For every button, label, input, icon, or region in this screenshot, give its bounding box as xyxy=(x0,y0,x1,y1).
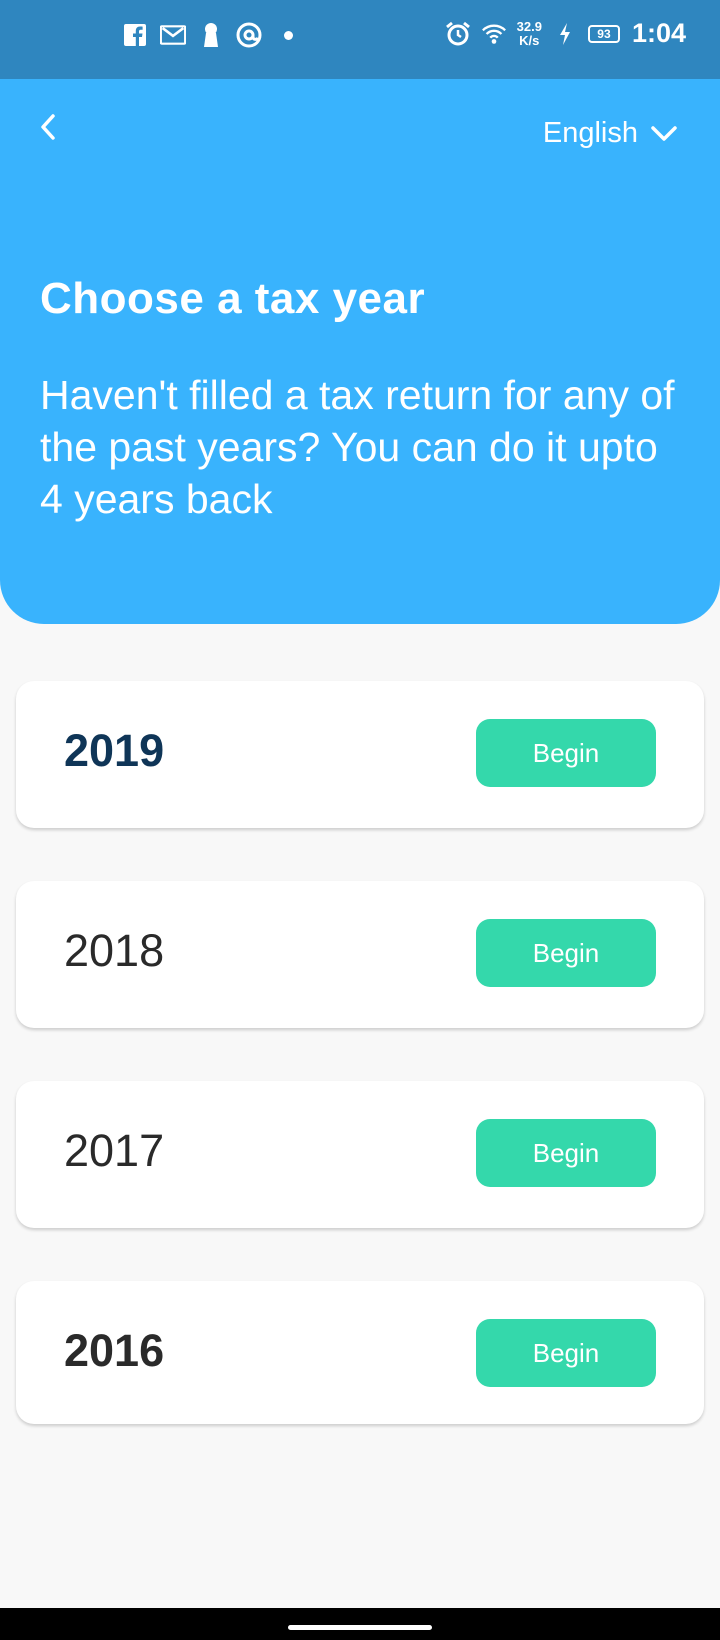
notification-dot-icon xyxy=(284,30,293,40)
gmail-icon xyxy=(160,22,186,48)
status-bar-time: 1:04 xyxy=(631,18,686,48)
network-speed: 32.9 K/s xyxy=(516,18,542,48)
keyhole-icon xyxy=(198,22,224,48)
facebook-icon xyxy=(122,22,148,48)
chevron-left-icon xyxy=(41,114,55,140)
year-card-2019: 2019 Begin xyxy=(16,681,704,828)
year-label: 2019 xyxy=(64,725,165,776)
back-button[interactable] xyxy=(30,109,66,145)
status-bar-notifications xyxy=(122,22,293,48)
year-card-2016: 2016 Begin xyxy=(16,1281,704,1424)
wifi-icon xyxy=(481,21,507,47)
charging-bolt-icon xyxy=(552,21,578,47)
alarm-icon xyxy=(445,21,471,47)
begin-button-2018[interactable]: Begin xyxy=(476,919,656,987)
chevron-down-icon xyxy=(651,125,677,141)
year-card-2017: 2017 Begin xyxy=(16,1081,704,1228)
begin-button-2019[interactable]: Begin xyxy=(476,719,656,787)
year-label: 2018 xyxy=(64,925,165,976)
system-navigation-bar xyxy=(0,1608,720,1640)
at-sign-icon xyxy=(236,22,262,48)
begin-button-2017[interactable]: Begin xyxy=(476,1119,656,1187)
page-title: Choose a tax year xyxy=(40,274,426,323)
network-speed-value: 32.9 xyxy=(516,18,542,34)
battery-level: 93 xyxy=(597,26,611,41)
language-selector[interactable]: English xyxy=(543,117,678,150)
year-card-2018: 2018 Begin xyxy=(16,881,704,1028)
home-gesture-handle[interactable] xyxy=(288,1625,432,1630)
network-speed-unit: K/s xyxy=(519,32,540,48)
battery-icon: 93 xyxy=(587,24,620,43)
language-label: English xyxy=(542,117,638,149)
status-bar-system: 32.9 K/s 93 1:04 xyxy=(445,18,686,49)
status-bar: 32.9 K/s 93 1:04 xyxy=(0,0,720,79)
year-label: 2017 xyxy=(64,1125,165,1176)
page-subtitle: Haven't filled a tax return for any of t… xyxy=(40,372,675,522)
begin-button-2016[interactable]: Begin xyxy=(476,1319,656,1387)
header: English Choose a tax year Haven't filled… xyxy=(0,79,720,624)
year-label: 2016 xyxy=(64,1325,165,1376)
